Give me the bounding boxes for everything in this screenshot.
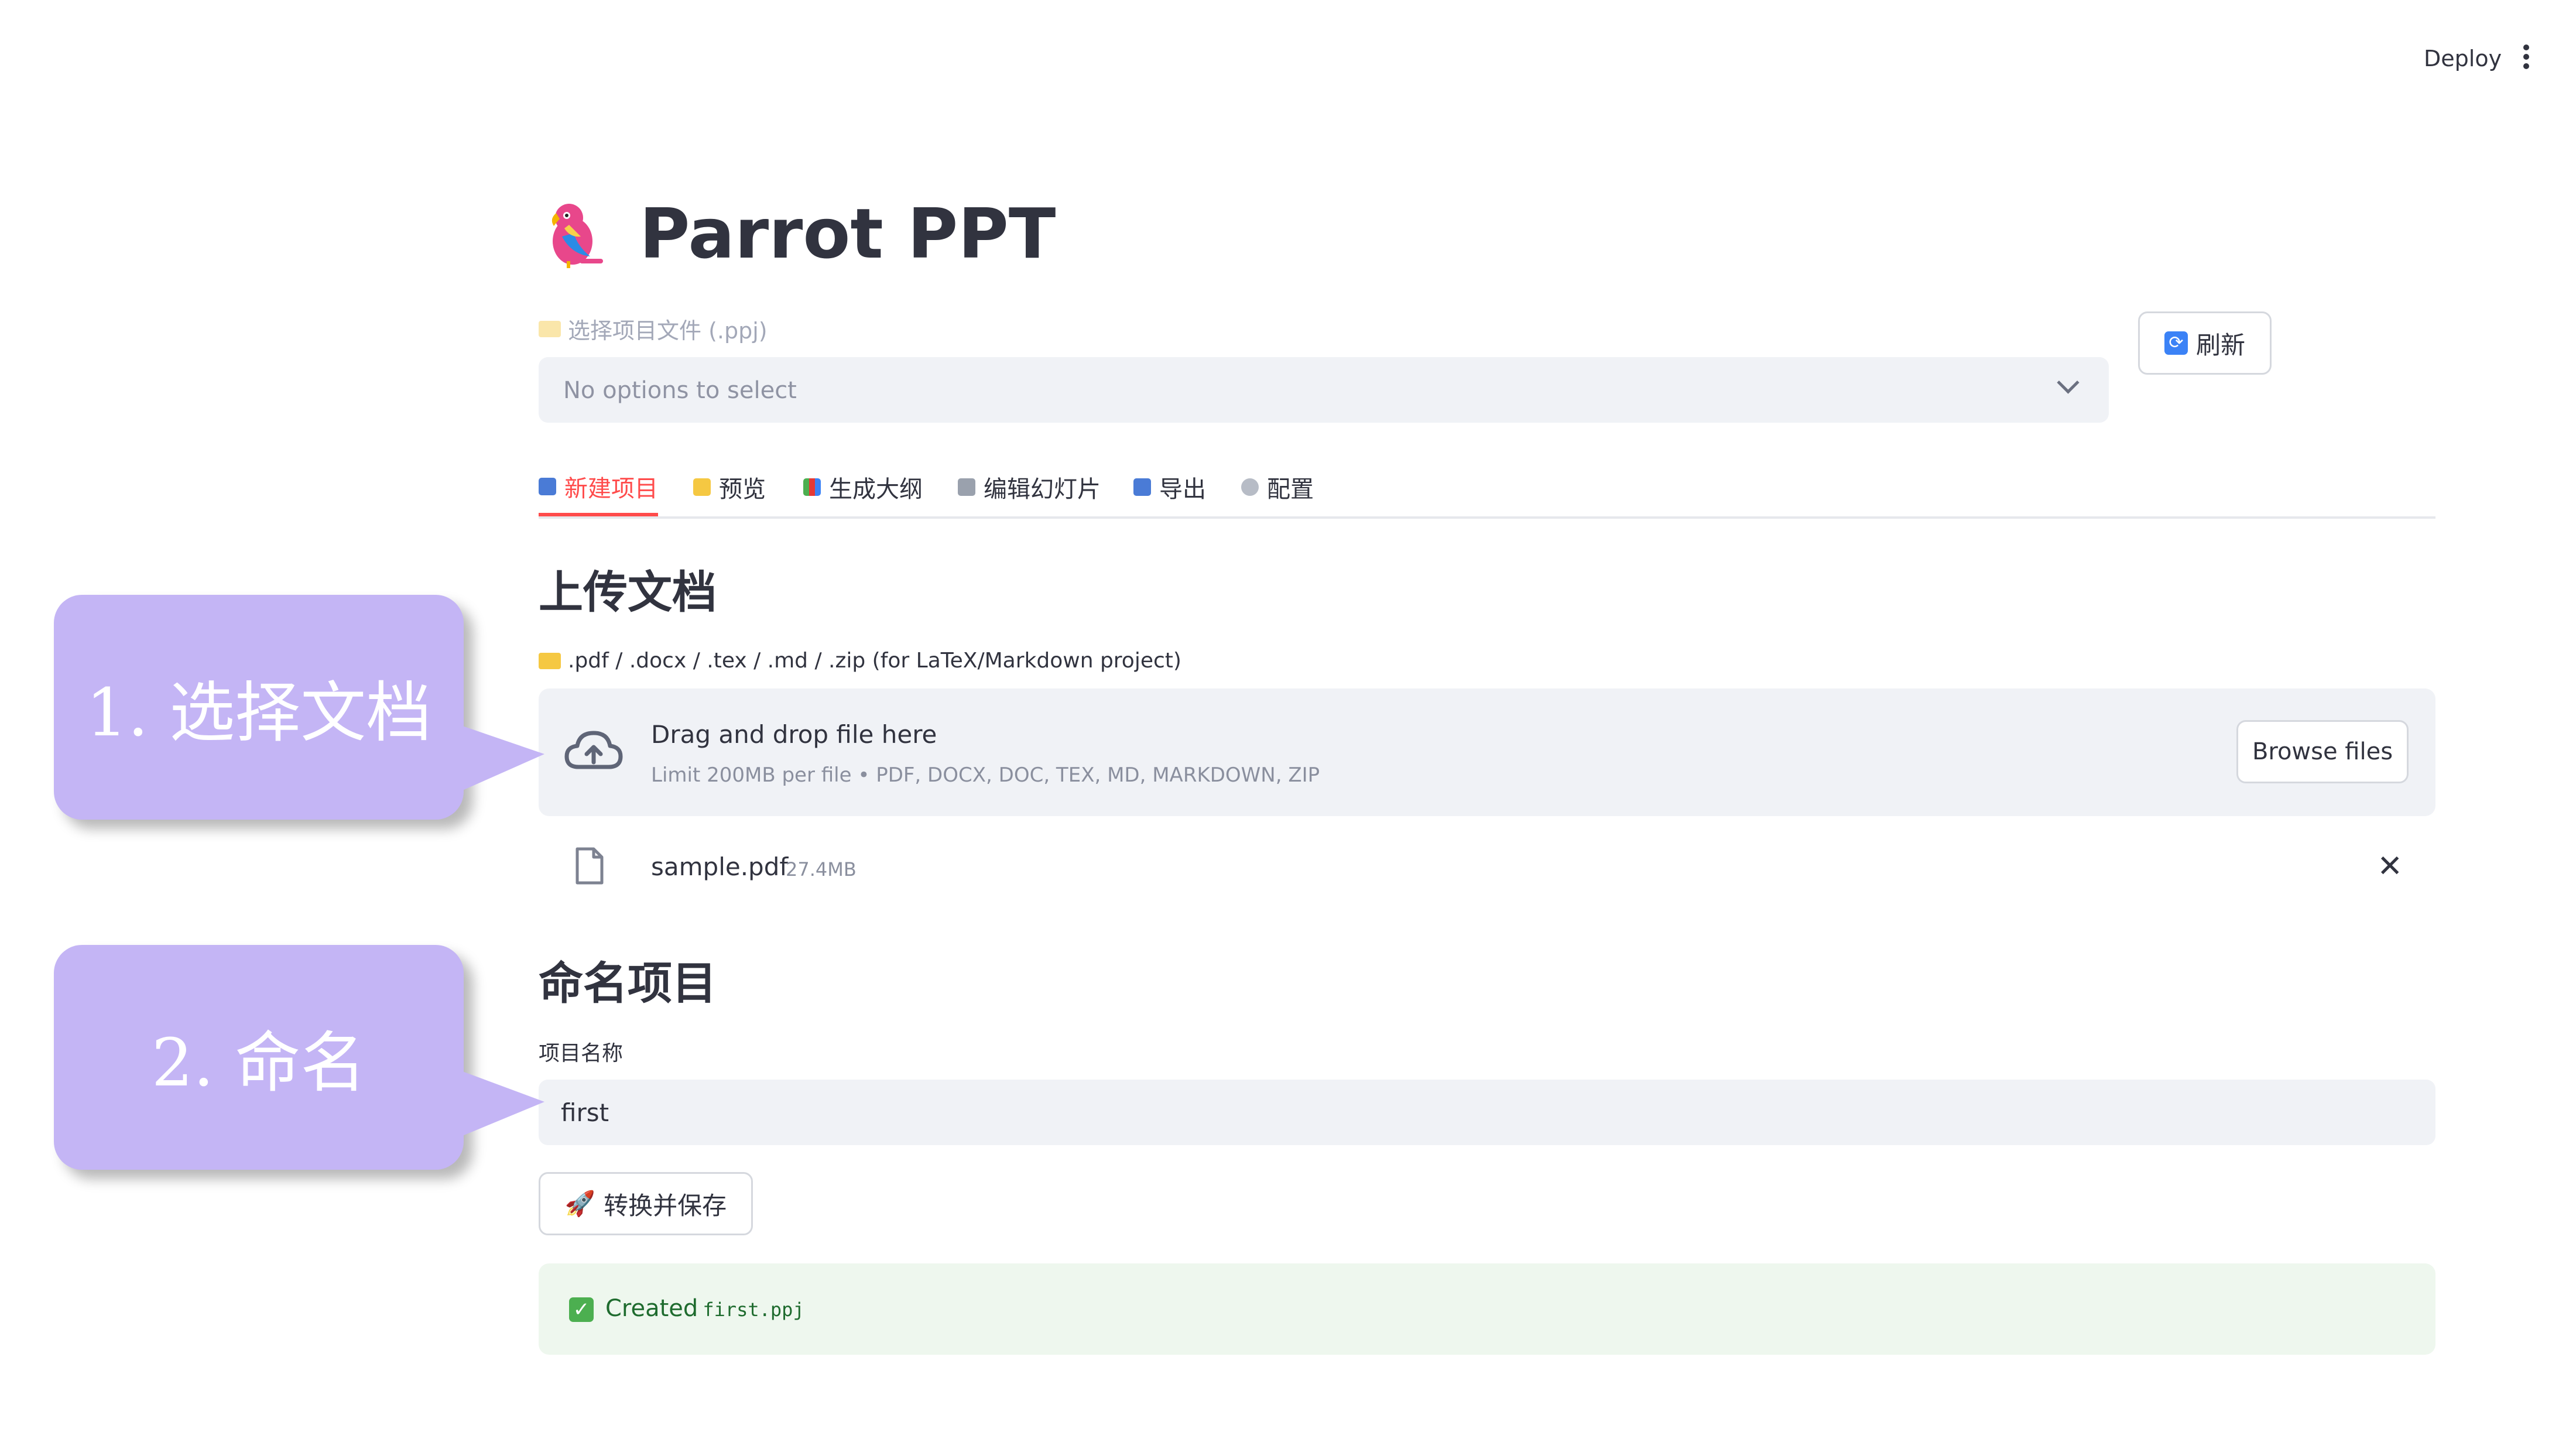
folder-icon bbox=[539, 652, 561, 669]
uploaded-file-row: sample.pdf 27.4MB ✕ bbox=[539, 841, 2435, 895]
chevron-down-icon bbox=[2057, 371, 2080, 394]
close-icon[interactable]: ✕ bbox=[2377, 849, 2403, 884]
folder-icon bbox=[539, 320, 561, 337]
tab-bar: 新建项目 预览 生成大纲 编辑幻灯片 导出 配置 bbox=[539, 460, 2435, 519]
kebab-menu-icon[interactable] bbox=[2523, 44, 2530, 70]
tab-label: 预览 bbox=[719, 476, 766, 503]
tab-export[interactable]: 导出 bbox=[1133, 460, 1206, 514]
deploy-button[interactable]: Deploy bbox=[2424, 46, 2502, 71]
file-icon bbox=[576, 847, 604, 885]
check-icon: ✓ bbox=[569, 1297, 594, 1322]
books-icon bbox=[803, 478, 821, 496]
outbox-tray-icon bbox=[1133, 478, 1151, 496]
upload-heading: 上传文档 bbox=[539, 566, 717, 618]
naming-heading: 命名项目 bbox=[539, 957, 717, 1009]
tab-preview[interactable]: 预览 bbox=[693, 460, 766, 514]
tab-label: 配置 bbox=[1267, 476, 1314, 503]
tab-edit-slides[interactable]: 编辑幻灯片 bbox=[958, 460, 1101, 514]
gear-icon bbox=[1241, 478, 1259, 496]
project-select-label: 选择项目文件 (.ppj) bbox=[539, 313, 768, 345]
tab-label: 导出 bbox=[1159, 476, 1206, 503]
tab-label: 生成大纲 bbox=[829, 476, 923, 503]
callout-text: 1. 选择文档 bbox=[85, 675, 432, 751]
browse-files-button[interactable]: Browse files bbox=[2236, 720, 2409, 783]
upload-hint-text: .pdf / .docx / .tex / .md / .zip (for La… bbox=[568, 649, 1181, 673]
project-name-input[interactable] bbox=[539, 1080, 2435, 1145]
project-name-label: 项目名称 bbox=[539, 1042, 624, 1066]
cloud-upload-icon bbox=[564, 731, 623, 769]
callout-name-project: 2. 命名 bbox=[54, 945, 464, 1170]
convert-save-button[interactable]: 🚀 转换并保存 bbox=[539, 1172, 753, 1235]
project-select[interactable]: No options to select bbox=[539, 357, 2109, 423]
convert-save-label: 转换并保存 bbox=[604, 1191, 727, 1220]
callout-arrow bbox=[463, 1071, 544, 1136]
project-select-placeholder: No options to select bbox=[563, 377, 797, 404]
success-message: Created first.ppj bbox=[605, 1295, 804, 1322]
project-select-label-text: 选择项目文件 (.ppj) bbox=[568, 318, 768, 344]
page-header: Parrot PPT bbox=[539, 193, 1056, 274]
refresh-button[interactable]: ⟳ 刷新 bbox=[2138, 311, 2272, 375]
success-code: first.ppj bbox=[703, 1299, 804, 1321]
page-title: Parrot PPT bbox=[639, 193, 1056, 274]
callout-arrow bbox=[463, 726, 544, 790]
dropzone-subtitle: Limit 200MB per file • PDF, DOCX, DOC, T… bbox=[651, 763, 1320, 787]
rocket-icon: 🚀 bbox=[564, 1189, 596, 1218]
folder-icon bbox=[693, 478, 711, 496]
refresh-icon: ⟳ bbox=[2164, 331, 2188, 355]
inbox-tray-icon bbox=[539, 478, 556, 495]
tab-config[interactable]: 配置 bbox=[1241, 460, 1314, 514]
parrot-icon bbox=[551, 204, 603, 268]
callout-select-document: 1. 选择文档 bbox=[54, 595, 464, 820]
dropzone-title: Drag and drop file here bbox=[651, 720, 937, 749]
tab-outline[interactable]: 生成大纲 bbox=[803, 460, 923, 514]
file-size: 27.4MB bbox=[786, 858, 857, 881]
refresh-button-label: 刷新 bbox=[2195, 330, 2245, 359]
upload-hint: .pdf / .docx / .tex / .md / .zip (for La… bbox=[539, 649, 1181, 673]
tab-new-project[interactable]: 新建项目 bbox=[539, 460, 658, 516]
tools-icon bbox=[958, 478, 975, 496]
file-name: sample.pdf bbox=[651, 852, 789, 881]
file-dropzone[interactable]: Drag and drop file here Limit 200MB per … bbox=[539, 688, 2435, 816]
callout-text: 2. 命名 bbox=[151, 1025, 366, 1101]
success-text: Created bbox=[605, 1295, 698, 1322]
tab-label: 编辑幻灯片 bbox=[984, 476, 1101, 503]
success-alert: ✓ Created first.ppj bbox=[539, 1263, 2435, 1355]
tab-label: 新建项目 bbox=[564, 475, 658, 502]
